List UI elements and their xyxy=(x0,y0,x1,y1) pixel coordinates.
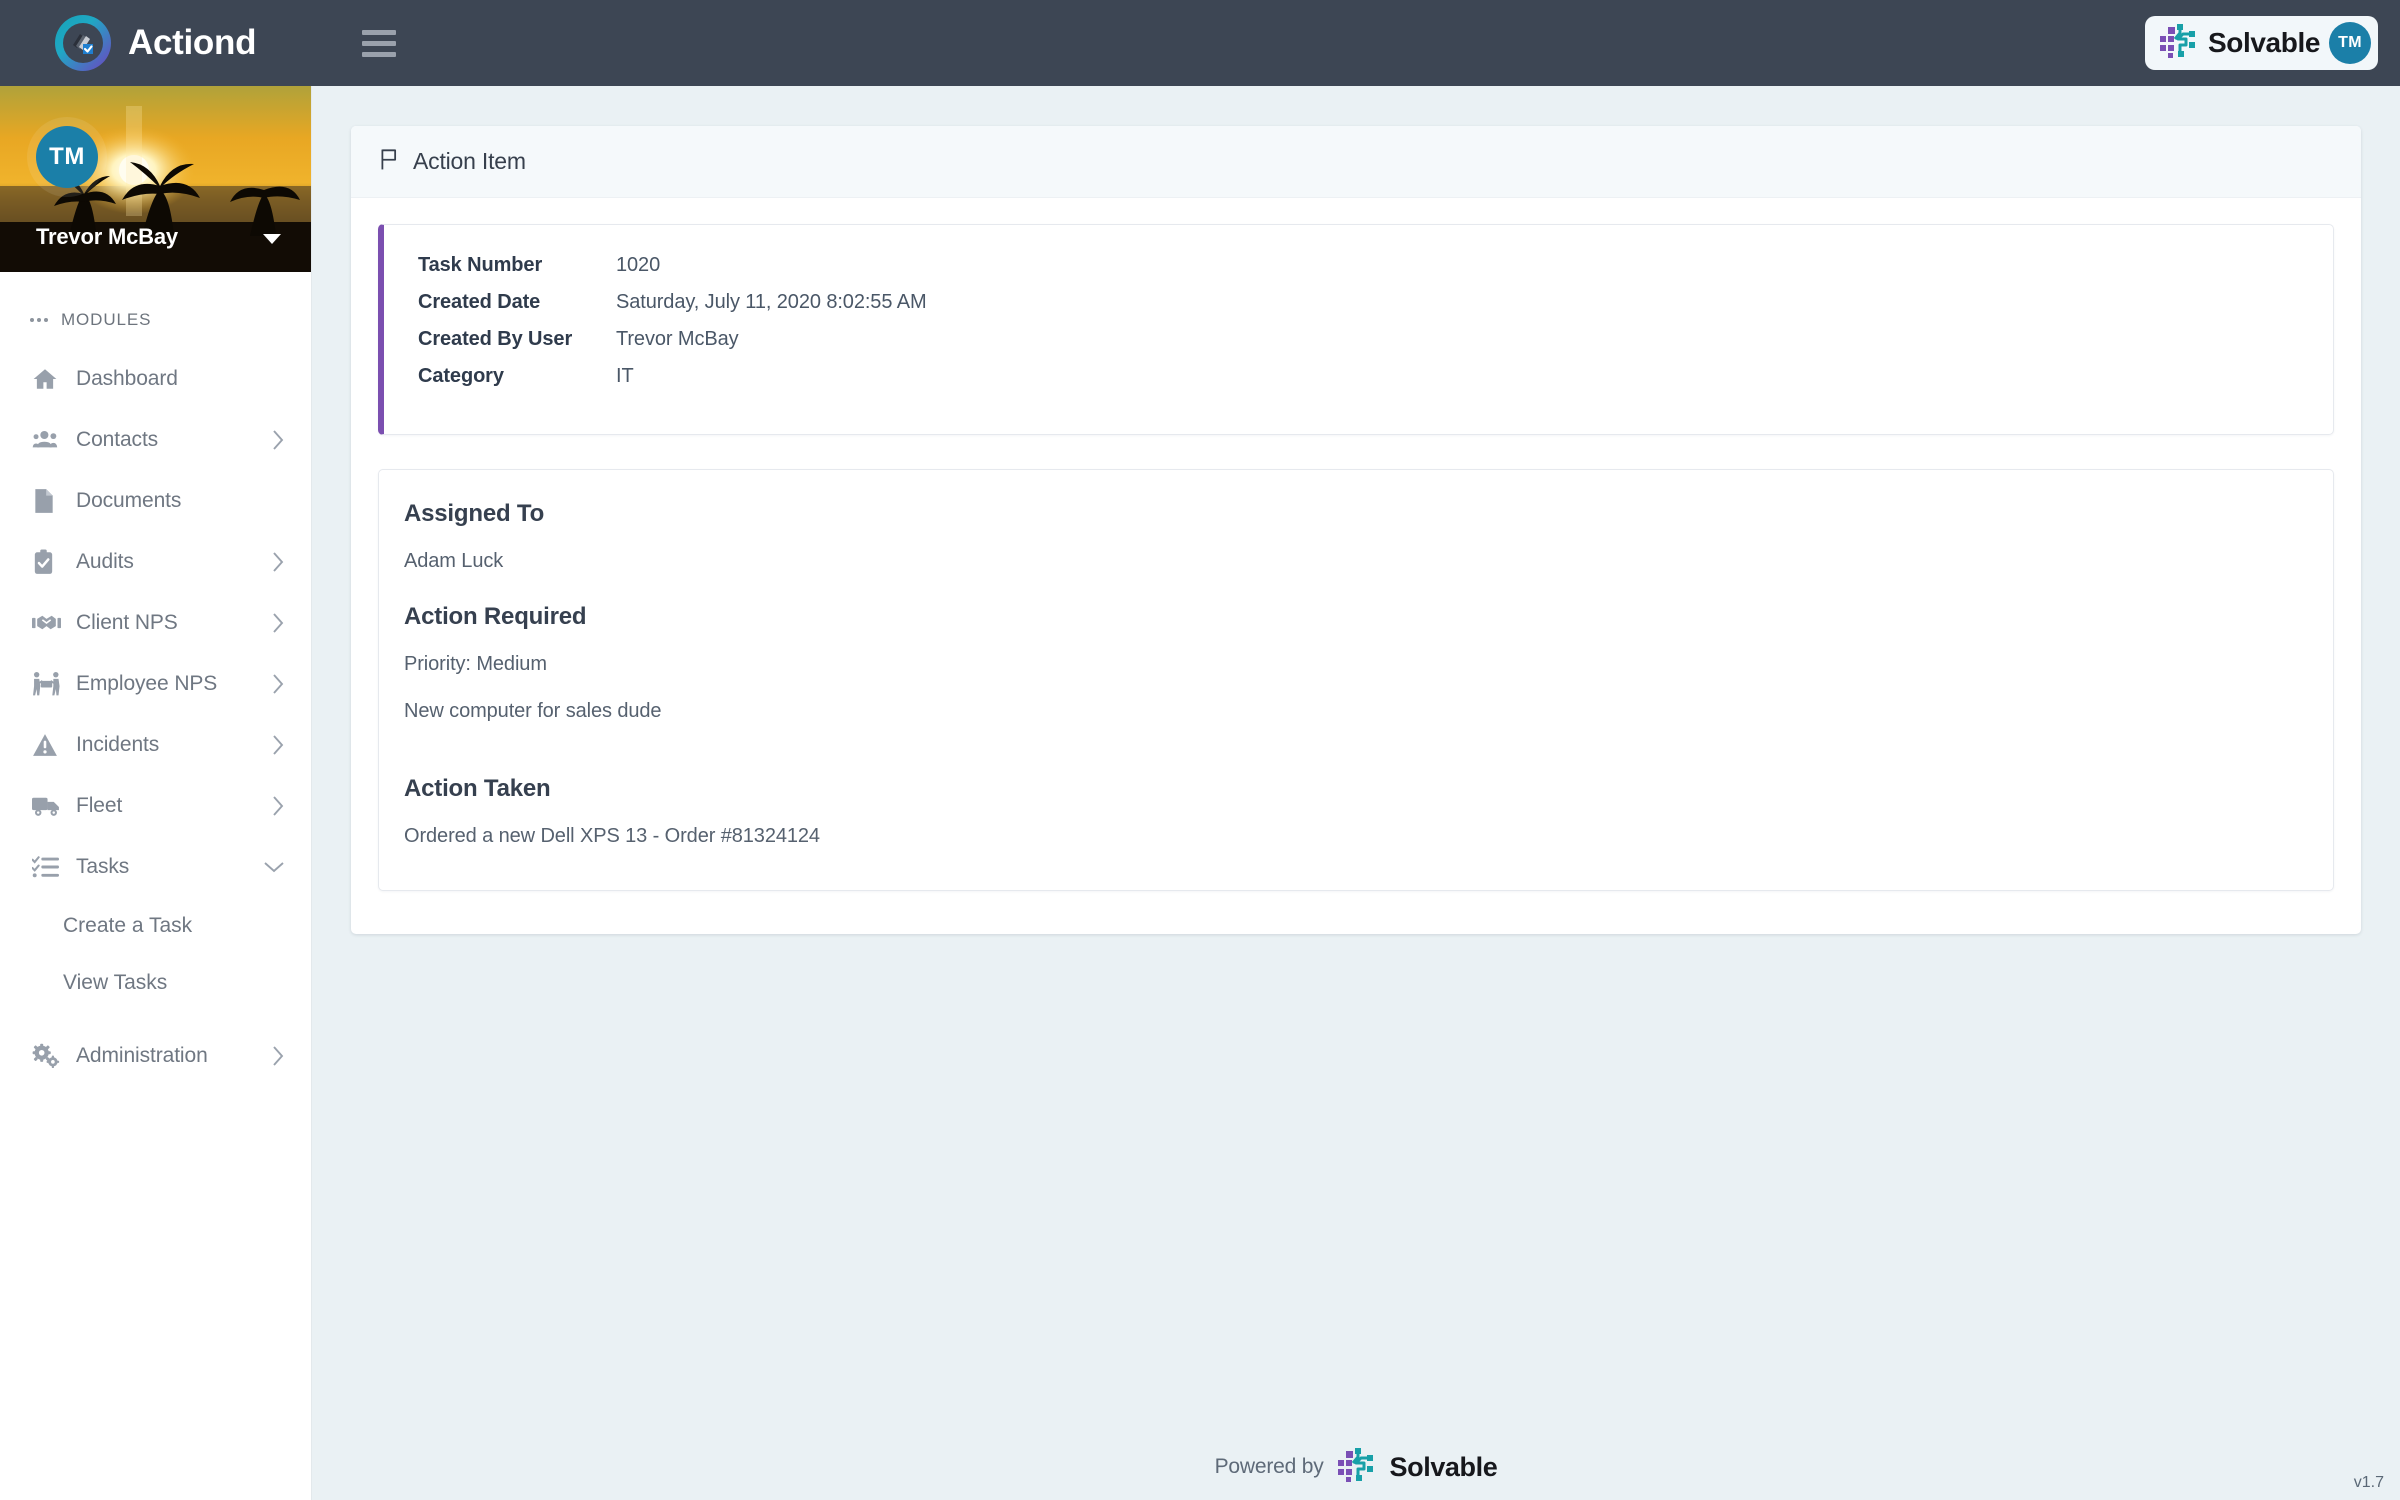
chevron-right-icon xyxy=(271,551,285,573)
sidebar-item-dashboard[interactable]: Dashboard xyxy=(0,348,311,409)
flag-icon xyxy=(379,148,400,176)
task-list-icon xyxy=(32,855,66,879)
sidebar-item-label: Dashboard xyxy=(76,366,178,390)
detail-label: Created By User xyxy=(418,328,573,350)
detail-label: Task Number xyxy=(418,254,543,276)
footer-solvable-wordmark: Solvable xyxy=(1389,1451,1498,1482)
action-required-body: New computer for sales dude xyxy=(404,700,662,722)
gears-icon xyxy=(32,1043,66,1069)
sidebar: TM Trevor McBay MODULES Dashboard Contac… xyxy=(0,86,312,1500)
ellipsis-icon xyxy=(30,318,48,322)
page-title: Action Item xyxy=(413,148,526,174)
solvable-node-grid-logo-icon xyxy=(1337,1447,1377,1488)
sidebar-subitem-view-tasks[interactable]: View Tasks xyxy=(0,954,311,1011)
solvable-node-grid-logo-icon xyxy=(2159,23,2199,64)
card-header: Action Item xyxy=(351,126,2361,198)
caret-down-icon[interactable] xyxy=(263,234,281,244)
users-icon xyxy=(32,426,66,453)
detail-row: Task Number 1020 xyxy=(418,254,2333,291)
sidebar-item-tasks[interactable]: Tasks xyxy=(0,836,311,897)
detail-value: Saturday, July 11, 2020 8:02:55 AM xyxy=(616,291,927,313)
action-taken-heading: Action Taken xyxy=(404,775,551,802)
brand-logo[interactable]: Actiond xyxy=(55,15,256,71)
chevron-right-icon xyxy=(271,612,285,634)
sidebar-item-label: Administration xyxy=(76,1043,208,1067)
sidebar-item-label: Employee NPS xyxy=(76,671,218,695)
detail-row: Created By User Trevor McBay xyxy=(418,328,2333,365)
handshake-icon xyxy=(32,611,66,635)
sidebar-profile[interactable]: TM Trevor McBay xyxy=(0,86,311,272)
chevron-right-icon xyxy=(271,734,285,756)
chevron-right-icon xyxy=(271,1045,285,1067)
action-taken-body: Ordered a new Dell XPS 13 - Order #81324… xyxy=(404,825,820,847)
sidebar-item-documents[interactable]: Documents xyxy=(0,470,311,531)
detail-label: Category xyxy=(418,365,504,387)
footer: Powered by Solvable xyxy=(312,1434,2400,1500)
app-version: v1.7 xyxy=(2353,1474,2384,1491)
sidebar-subitem-label: Create a Task xyxy=(63,913,193,937)
detail-value: IT xyxy=(616,365,634,387)
chevron-right-icon xyxy=(271,429,285,451)
action-required-priority: Priority: Medium xyxy=(404,653,547,675)
chevron-right-icon xyxy=(271,795,285,817)
solvable-tm-avatar[interactable]: TM xyxy=(2329,22,2371,64)
detail-value: Trevor McBay xyxy=(616,328,739,350)
top-bar: Actiond Solvable TM xyxy=(0,0,2400,86)
brand-name: Actiond xyxy=(128,23,257,62)
sidebar-item-label: Contacts xyxy=(76,427,159,451)
document-icon xyxy=(32,488,66,514)
sidebar-item-administration[interactable]: Administration xyxy=(0,1025,311,1086)
detail-label: Created Date xyxy=(418,291,541,313)
assigned-to-value: Adam Luck xyxy=(404,550,504,572)
task-info-box: Assigned To Adam Luck Action Required Pr… xyxy=(378,469,2334,891)
sidebar-item-label: Tasks xyxy=(76,854,130,878)
warning-triangle-icon xyxy=(32,733,66,757)
assigned-to-heading: Assigned To xyxy=(404,500,545,527)
powered-by-label: Powered by xyxy=(1214,1455,1324,1478)
sidebar-item-label: Incidents xyxy=(76,732,160,756)
sidebar-item-incidents[interactable]: Incidents xyxy=(0,714,311,775)
sidebar-subitem-create-a-task[interactable]: Create a Task xyxy=(0,897,311,954)
sidebar-section-modules: MODULES xyxy=(0,272,311,348)
home-icon xyxy=(32,366,66,392)
solvable-badge[interactable]: Solvable TM xyxy=(2145,16,2378,70)
main-content: Action Item Task Number 1020 Created Dat… xyxy=(312,86,2400,1500)
sidebar-item-employee-nps[interactable]: Employee NPS xyxy=(0,653,311,714)
actiond-stacked-pages-check-logo-icon xyxy=(55,15,111,71)
sidebar-item-audits[interactable]: Audits xyxy=(0,531,311,592)
chevron-right-icon xyxy=(271,673,285,695)
detail-value: 1020 xyxy=(616,254,661,276)
sidebar-item-label: Audits xyxy=(76,549,134,573)
sidebar-item-label: Client NPS xyxy=(76,610,178,634)
profile-name: Trevor McBay xyxy=(36,224,178,249)
detail-row: Category IT xyxy=(418,365,2333,402)
people-carry-icon xyxy=(32,671,66,697)
sidebar-item-client-nps[interactable]: Client NPS xyxy=(0,592,311,653)
task-detail-box: Task Number 1020 Created Date Saturday, … xyxy=(378,224,2334,435)
truck-icon xyxy=(32,794,66,818)
avatar: TM xyxy=(36,126,98,188)
sidebar-item-fleet[interactable]: Fleet xyxy=(0,775,311,836)
chevron-down-icon xyxy=(263,860,285,874)
action-required-heading: Action Required xyxy=(404,603,587,630)
card-body: Task Number 1020 Created Date Saturday, … xyxy=(351,198,2361,934)
sidebar-item-contacts[interactable]: Contacts xyxy=(0,409,311,470)
hamburger-menu-icon[interactable] xyxy=(362,29,397,57)
sidebar-item-label: Fleet xyxy=(76,793,123,817)
clipboard-check-icon xyxy=(32,549,66,575)
solvable-wordmark: Solvable xyxy=(2208,27,2320,58)
sidebar-subitem-label: View Tasks xyxy=(63,970,168,994)
sidebar-section-label: MODULES xyxy=(61,310,152,329)
detail-row: Created Date Saturday, July 11, 2020 8:0… xyxy=(418,291,2333,328)
sidebar-item-label: Documents xyxy=(76,488,182,512)
action-item-card: Action Item Task Number 1020 Created Dat… xyxy=(351,126,2361,934)
